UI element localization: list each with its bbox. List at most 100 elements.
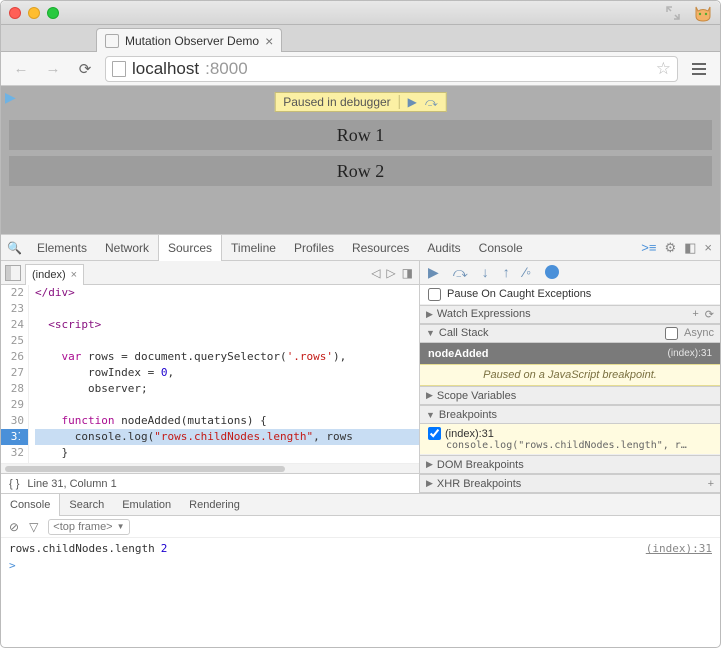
breakpoint-code: console.log("rows.childNodes.length", r… bbox=[428, 440, 712, 451]
sources-panel: (index) × ◁ ▷ ◨ 222324252627282930313233… bbox=[1, 261, 420, 493]
code-editor[interactable]: 22232425262728293031323334353637 </div> … bbox=[1, 285, 419, 463]
tab-profiles[interactable]: Profiles bbox=[285, 235, 343, 261]
step-out-button[interactable]: ↑ bbox=[503, 264, 510, 280]
tab-audits[interactable]: Audits bbox=[418, 235, 469, 261]
bookmark-star-icon[interactable]: ☆ bbox=[656, 59, 671, 79]
drawer-tabs: Console Search Emulation Rendering bbox=[1, 494, 720, 516]
step-into-button[interactable]: ↓ bbox=[482, 264, 489, 280]
traffic-lights bbox=[9, 7, 59, 19]
breakpoint-label: (index):31 bbox=[445, 428, 494, 440]
add-xhr-bp-icon[interactable]: + bbox=[708, 478, 714, 490]
breakpoints-section-header[interactable]: ▼ Breakpoints bbox=[420, 405, 720, 424]
chevron-right-icon: ▶ bbox=[426, 390, 433, 401]
page-viewport: ▶ Paused in debugger ▶ ⤼ Row 1 Row 2 bbox=[1, 86, 720, 234]
file-tab-label: (index) bbox=[32, 269, 66, 281]
step-over-button[interactable]: ⤼ bbox=[453, 264, 468, 281]
scope-section-header[interactable]: ▶ Scope Variables bbox=[420, 386, 720, 405]
close-devtools-icon[interactable]: × bbox=[704, 240, 712, 255]
inspect-icon[interactable]: 🔍 bbox=[1, 235, 28, 261]
browser-tab[interactable]: Mutation Observer Demo × bbox=[96, 28, 282, 52]
deactivate-bp-button[interactable]: ⁄◦ bbox=[524, 264, 531, 280]
fullscreen-icon[interactable] bbox=[666, 6, 680, 20]
drawer-tab-rendering[interactable]: Rendering bbox=[180, 494, 249, 516]
breakpoint-item[interactable]: (index):31 console.log("rows.childNodes.… bbox=[420, 424, 720, 455]
pretty-print-icon[interactable]: { } bbox=[9, 478, 19, 490]
address-bar[interactable]: localhost :8000 ☆ bbox=[105, 56, 678, 82]
pause-on-caught-row[interactable]: Pause On Caught Exceptions bbox=[420, 285, 720, 305]
close-window-button[interactable] bbox=[9, 7, 21, 19]
async-checkbox[interactable] bbox=[665, 327, 678, 340]
callstack-section-header[interactable]: ▼ Call Stack Async bbox=[420, 324, 720, 343]
dock-icon[interactable]: ◧ bbox=[684, 240, 696, 256]
horizontal-scrollbar[interactable] bbox=[1, 463, 419, 473]
toggle-drawer-icon[interactable]: >≡ bbox=[641, 240, 656, 255]
overlay-step-icon[interactable]: ⤼ bbox=[425, 95, 438, 110]
tab-elements[interactable]: Elements bbox=[28, 235, 96, 261]
debugger-paused-badge: Paused in debugger ▶ ⤼ bbox=[274, 92, 446, 112]
console-toolbar: ⊘ ▽ <top frame>▼ bbox=[1, 516, 720, 538]
url-port: :8000 bbox=[205, 59, 248, 79]
console-output[interactable]: rows.childNodes.length2 (index):31 > bbox=[1, 538, 720, 646]
debugger-toolbar: ▶ ⤼ ↓ ↑ ⁄◦ bbox=[420, 261, 720, 285]
callstack-frame[interactable]: nodeAdded (index):31 bbox=[420, 343, 720, 365]
url-host: localhost bbox=[132, 59, 199, 79]
zoom-window-button[interactable] bbox=[47, 7, 59, 19]
show-sidebar-icon[interactable]: ◨ bbox=[402, 266, 413, 280]
menu-button[interactable] bbox=[686, 57, 712, 81]
resume-overlay-icon[interactable]: ▶ bbox=[5, 89, 16, 106]
page-row: Row 1 bbox=[9, 120, 712, 150]
history-back-icon[interactable]: ◁ bbox=[371, 266, 380, 280]
page-icon bbox=[112, 61, 126, 77]
chevron-down-icon: ▼ bbox=[117, 522, 125, 531]
forward-button[interactable]: → bbox=[41, 57, 65, 81]
chevron-right-icon: ▶ bbox=[426, 459, 433, 470]
tab-sources[interactable]: Sources bbox=[158, 235, 222, 261]
tab-console[interactable]: Console bbox=[470, 235, 532, 261]
tab-close-button[interactable]: × bbox=[265, 33, 273, 49]
tab-network[interactable]: Network bbox=[96, 235, 158, 261]
refresh-watch-icon[interactable]: ⟳ bbox=[705, 308, 714, 321]
console-log-line: rows.childNodes.length2 (index):31 bbox=[1, 540, 720, 557]
close-file-tab-icon[interactable]: × bbox=[71, 269, 77, 281]
drawer-tab-search[interactable]: Search bbox=[60, 494, 113, 516]
chevron-down-icon: ▼ bbox=[426, 410, 435, 420]
pause-reason: Paused on a JavaScript breakpoint. bbox=[420, 364, 720, 386]
chevron-down-icon: ▼ bbox=[426, 328, 435, 338]
drawer-tab-emulation[interactable]: Emulation bbox=[113, 494, 180, 516]
back-button[interactable]: ← bbox=[9, 57, 33, 81]
editor-status-bar: { } Line 31, Column 1 bbox=[1, 473, 419, 493]
pause-exceptions-button[interactable] bbox=[545, 265, 559, 279]
minimize-window-button[interactable] bbox=[28, 7, 40, 19]
show-navigator-icon[interactable] bbox=[5, 265, 21, 281]
chevron-right-icon: ▶ bbox=[426, 478, 433, 489]
clear-console-icon[interactable]: ⊘ bbox=[9, 520, 19, 534]
console-prompt[interactable]: > bbox=[1, 557, 720, 574]
dom-bp-section-header[interactable]: ▶ DOM Breakpoints bbox=[420, 455, 720, 474]
page-row: Row 2 bbox=[9, 156, 712, 186]
add-watch-icon[interactable]: + bbox=[692, 308, 698, 320]
history-fwd-icon[interactable]: ▷ bbox=[386, 266, 395, 280]
tab-timeline[interactable]: Timeline bbox=[222, 235, 285, 261]
devtools-tabs: 🔍 Elements Network Sources Timeline Prof… bbox=[1, 235, 720, 261]
pause-on-caught-label: Pause On Caught Exceptions bbox=[447, 288, 591, 300]
console-source-link[interactable]: (index):31 bbox=[646, 542, 712, 555]
drawer-tab-console[interactable]: Console bbox=[1, 494, 60, 516]
browser-toolbar: ← → ⟳ localhost :8000 ☆ bbox=[1, 52, 720, 86]
resume-button[interactable]: ▶ bbox=[428, 264, 439, 281]
paused-text: Paused in debugger bbox=[275, 95, 399, 109]
source-file-tab[interactable]: (index) × bbox=[25, 264, 84, 286]
browser-tabstrip: Mutation Observer Demo × bbox=[1, 25, 720, 52]
reload-button[interactable]: ⟳ bbox=[73, 57, 97, 81]
favicon-icon bbox=[105, 34, 119, 48]
frame-selector[interactable]: <top frame>▼ bbox=[48, 519, 129, 535]
breakpoint-checkbox[interactable] bbox=[428, 427, 441, 440]
tab-resources[interactable]: Resources bbox=[343, 235, 418, 261]
overlay-resume-icon[interactable]: ▶ bbox=[408, 95, 417, 109]
watch-section-header[interactable]: ▶ Watch Expressions +⟳ bbox=[420, 305, 720, 324]
source-file-tabs: (index) × ◁ ▷ ◨ bbox=[1, 261, 419, 285]
filter-icon[interactable]: ▽ bbox=[29, 520, 38, 534]
pause-on-caught-checkbox[interactable] bbox=[428, 288, 441, 301]
settings-icon[interactable]: ⚙ bbox=[664, 240, 676, 256]
tab-title: Mutation Observer Demo bbox=[125, 34, 259, 48]
xhr-bp-section-header[interactable]: ▶ XHR Breakpoints + bbox=[420, 474, 720, 493]
